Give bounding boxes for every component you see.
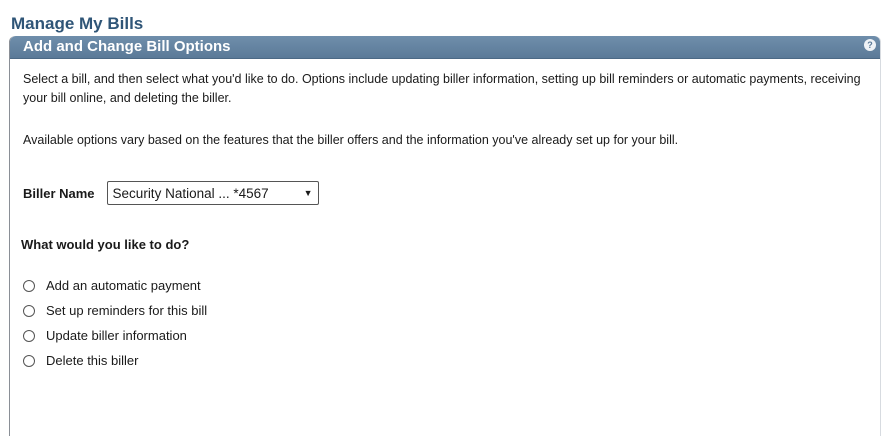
option-delete-biller[interactable]: Delete this biller <box>23 348 207 373</box>
option-add-automatic-payment[interactable]: Add an automatic payment <box>23 273 207 298</box>
biller-select-value: Security National ... *4567 <box>112 185 269 201</box>
chevron-down-icon: ▼ <box>303 188 313 198</box>
page-title: Manage My Bills <box>11 14 144 33</box>
radio-button[interactable] <box>23 354 35 367</box>
radio-button[interactable] <box>23 304 35 317</box>
option-update-biller-info[interactable]: Update biller information <box>23 323 207 348</box>
radio-button[interactable] <box>23 279 35 292</box>
option-label: Set up reminders for this bill <box>46 303 208 318</box>
bill-options-panel: Add and Change Bill Options ? Select a b… <box>9 36 881 436</box>
option-set-up-reminders[interactable]: Set up reminders for this bill <box>23 298 207 323</box>
biller-name-select[interactable]: Security National ... *4567 ▼ <box>106 181 319 205</box>
help-icon[interactable]: ? <box>864 39 876 51</box>
biller-row: Biller Name Security National ... *4567 … <box>23 181 319 205</box>
biller-name-label: Biller Name <box>23 185 95 201</box>
action-options: Add an automatic payment Set up reminder… <box>23 273 207 373</box>
option-label: Delete this biller <box>46 353 139 368</box>
action-question: What would you like to do? <box>21 237 190 252</box>
option-label: Add an automatic payment <box>46 278 201 293</box>
radio-button[interactable] <box>23 329 35 342</box>
description-text: Select a bill, and then select what you'… <box>23 72 861 105</box>
panel-title: Add and Change Bill Options <box>23 38 231 55</box>
panel-header: Add and Change Bill Options ? <box>10 36 880 59</box>
availability-note: Available options vary based on the feat… <box>23 133 679 147</box>
option-label: Update biller information <box>46 328 187 343</box>
